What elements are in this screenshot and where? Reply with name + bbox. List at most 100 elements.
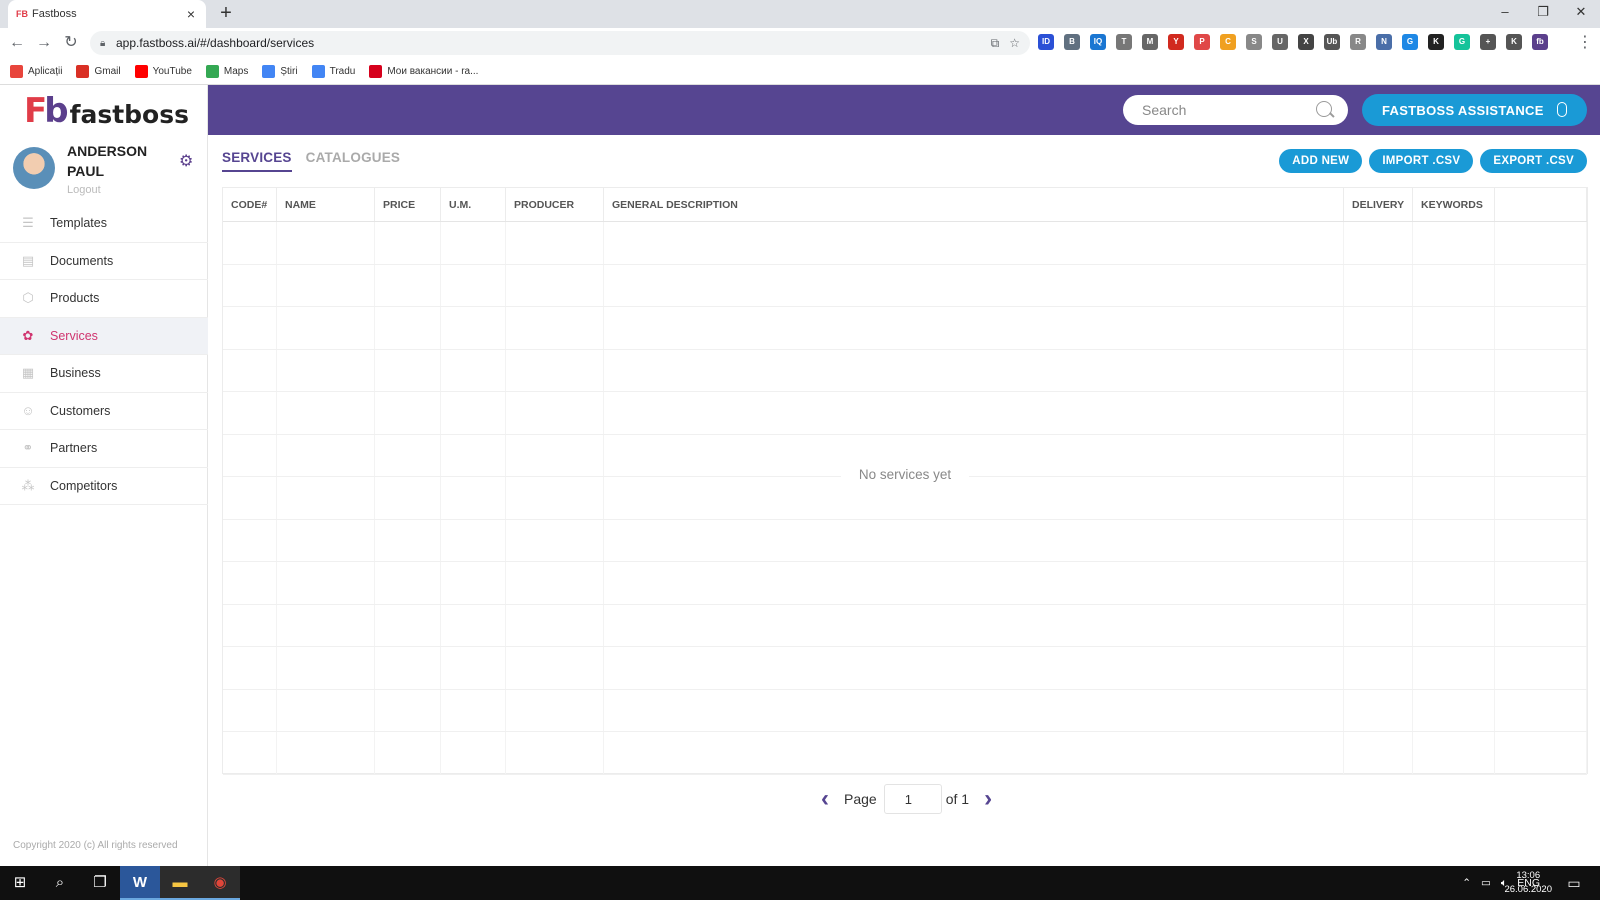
table-cell bbox=[506, 307, 604, 349]
tab-catalogues[interactable]: CATALOGUES bbox=[306, 150, 401, 172]
bookmark-item[interactable]: Мои вакансии - ra... bbox=[369, 65, 478, 78]
new-tab-icon[interactable]: + bbox=[216, 3, 236, 23]
tab-services[interactable]: SERVICES bbox=[222, 150, 292, 172]
sidebar-item-services[interactable]: ✿ Services bbox=[0, 317, 208, 355]
bookmark-item[interactable]: Aplicații bbox=[10, 65, 62, 78]
extension-icon[interactable]: U bbox=[1272, 34, 1288, 50]
sidebar-menu: ☰ Templates ▤ Documents ⬡ Products ✿ Services ▦ B… bbox=[0, 205, 208, 505]
column-header[interactable]: GENERAL DESCRIPTION bbox=[604, 188, 1344, 221]
column-header[interactable]: DELIVERY bbox=[1344, 188, 1413, 221]
table-cell bbox=[604, 349, 1344, 391]
extension-icon[interactable]: P bbox=[1194, 34, 1210, 50]
logout-link[interactable]: Logout bbox=[67, 184, 101, 196]
close-window-icon[interactable]: ✕ bbox=[1562, 0, 1600, 26]
avatar bbox=[13, 147, 55, 189]
browser-menu-icon[interactable]: ⋮ bbox=[1574, 32, 1596, 54]
extension-icon[interactable]: S bbox=[1246, 34, 1262, 50]
table-cell bbox=[277, 519, 375, 561]
browser-tab[interactable]: FB Fastboss × bbox=[8, 0, 206, 28]
translate-page-icon[interactable]: ⧉ bbox=[991, 36, 1000, 51]
bookmark-item[interactable]: Maps bbox=[205, 65, 248, 78]
table-cell bbox=[277, 689, 375, 731]
tray-chevron-icon[interactable]: ⌃ bbox=[1462, 877, 1471, 889]
extension-icon[interactable]: K bbox=[1506, 34, 1522, 50]
bookmark-star-icon[interactable]: ☆ bbox=[1009, 36, 1020, 50]
address-bar[interactable]: 🔒︎ app.fastboss.ai/#/dashboard/services … bbox=[90, 31, 1030, 55]
extension-icon[interactable]: Y bbox=[1168, 34, 1184, 50]
column-header[interactable]: NAME bbox=[277, 188, 375, 221]
task-view-icon[interactable]: ❐ bbox=[80, 866, 120, 900]
bookmarks-bar: Aplicații Gmail YouTube Maps Știri Tradu Мои в… bbox=[0, 59, 1600, 85]
add-new-button[interactable]: ADD NEW bbox=[1279, 149, 1363, 173]
extension-icon[interactable]: R bbox=[1350, 34, 1366, 50]
extension-icon[interactable]: X bbox=[1298, 34, 1314, 50]
table-cell bbox=[1413, 349, 1495, 391]
gear-icon[interactable]: ⚙ bbox=[179, 151, 193, 171]
prev-page-icon[interactable]: ‹ bbox=[814, 784, 836, 814]
back-icon[interactable]: ← bbox=[6, 32, 28, 54]
extension-icon[interactable]: T bbox=[1116, 34, 1132, 50]
chrome-icon[interactable]: ◉ bbox=[200, 866, 240, 900]
documents-icon: ▤ bbox=[21, 252, 35, 268]
sidebar-item-documents[interactable]: ▤ Documents bbox=[0, 243, 208, 280]
minimize-icon[interactable]: – bbox=[1486, 0, 1524, 26]
sidebar-item-customers[interactable]: ☺ Customers bbox=[0, 393, 208, 430]
gmail-icon bbox=[76, 65, 90, 78]
start-icon[interactable]: ⊞ bbox=[0, 866, 40, 900]
export-csv-button[interactable]: EXPORT .CSV bbox=[1480, 149, 1587, 173]
table-cell bbox=[441, 307, 506, 349]
extension-icon[interactable]: fb bbox=[1532, 34, 1548, 50]
extension-icon[interactable]: IQ bbox=[1090, 34, 1106, 50]
sidebar-item-competitors[interactable]: ⁂ Competitors bbox=[0, 468, 208, 505]
sidebar-item-partners[interactable]: ⚭ Partners bbox=[0, 430, 208, 468]
fastboss-logo[interactable]: Fb fastboss bbox=[24, 91, 189, 131]
search-input[interactable] bbox=[1123, 95, 1348, 125]
table-cell bbox=[277, 222, 375, 264]
extension-icon[interactable]: K bbox=[1428, 34, 1444, 50]
import-csv-button[interactable]: IMPORT .CSV bbox=[1369, 149, 1474, 173]
column-header[interactable]: PRICE bbox=[375, 188, 441, 221]
sidebar-item-products[interactable]: ⬡ Products bbox=[0, 280, 208, 318]
extension-icon[interactable]: N bbox=[1376, 34, 1392, 50]
next-page-icon[interactable]: › bbox=[977, 784, 999, 814]
column-header[interactable]: PRODUCER bbox=[506, 188, 604, 221]
extension-icon[interactable]: + bbox=[1480, 34, 1496, 50]
extension-icon[interactable]: B bbox=[1064, 34, 1080, 50]
clock[interactable]: 13:06 26.06.2020 bbox=[1504, 869, 1552, 897]
extension-icon[interactable]: G bbox=[1454, 34, 1470, 50]
column-header[interactable]: KEYWORDS bbox=[1413, 188, 1495, 221]
column-header[interactable] bbox=[1495, 188, 1587, 221]
extension-icon[interactable]: M bbox=[1142, 34, 1158, 50]
sidebar-item-business[interactable]: ▦ Business bbox=[0, 355, 208, 393]
file-explorer-icon[interactable]: ▬ bbox=[160, 866, 200, 900]
network-icon[interactable]: ▭ bbox=[1481, 877, 1491, 889]
fastboss-assistance-button[interactable]: FASTBOSS ASSISTANCE bbox=[1362, 94, 1587, 126]
table-cell bbox=[441, 732, 506, 774]
table-cell bbox=[604, 222, 1344, 264]
search-icon[interactable]: ⌕ bbox=[40, 866, 80, 900]
forward-icon[interactable]: → bbox=[33, 32, 55, 54]
sidebar-item-label: Partners bbox=[50, 441, 98, 456]
restore-icon[interactable]: ❐ bbox=[1524, 0, 1562, 26]
extension-icon[interactable]: Ub bbox=[1324, 34, 1340, 50]
bookmark-item[interactable]: Știri bbox=[262, 65, 298, 78]
bookmark-item[interactable]: Tradu bbox=[311, 65, 355, 78]
youtube-icon bbox=[134, 65, 148, 78]
bookmark-item[interactable]: YouTube bbox=[134, 65, 192, 78]
bookmark-item[interactable]: Gmail bbox=[76, 65, 121, 78]
table-cell bbox=[506, 519, 604, 561]
extension-icon[interactable]: C bbox=[1220, 34, 1236, 50]
app-topbar: FASTBOSS ASSISTANCE bbox=[208, 85, 1600, 135]
search-icon[interactable] bbox=[1316, 101, 1332, 117]
extension-icon[interactable]: ID bbox=[1038, 34, 1054, 50]
column-header[interactable]: U.M. bbox=[441, 188, 506, 221]
word-icon[interactable]: W bbox=[120, 866, 160, 900]
column-header[interactable]: CODE# bbox=[223, 188, 277, 221]
page-number-input[interactable] bbox=[883, 784, 942, 814]
notifications-icon[interactable]: ▭ bbox=[1562, 866, 1586, 900]
extension-icon[interactable]: G bbox=[1402, 34, 1418, 50]
user-name: ANDERSON PAUL bbox=[67, 143, 148, 179]
reload-icon[interactable]: ↻ bbox=[60, 32, 82, 54]
close-tab-icon[interactable]: × bbox=[184, 6, 198, 22]
sidebar-item-templates[interactable]: ☰ Templates bbox=[0, 205, 208, 243]
